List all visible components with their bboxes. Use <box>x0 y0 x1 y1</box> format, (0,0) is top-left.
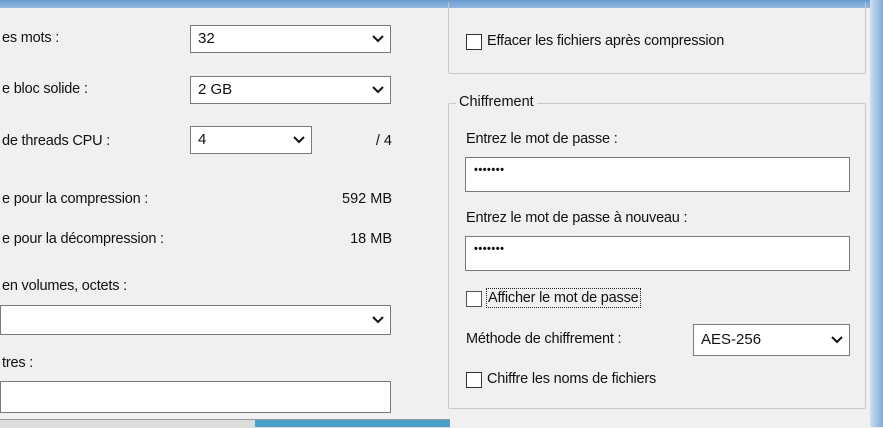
show-password-checkbox[interactable] <box>466 291 482 307</box>
bottom-strip-accent <box>255 420 450 427</box>
delete-after-label: Effacer les fichiers après compression <box>487 33 725 49</box>
mem-decompress-label: e pour la décompression : <box>2 231 164 247</box>
method-select[interactable]: AES-256 <box>693 324 850 356</box>
window-right-edge <box>870 0 883 427</box>
delete-after-checkbox[interactable] <box>466 34 482 50</box>
solid-block-select[interactable]: 2 GB <box>190 76 391 104</box>
encrypt-names-checkbox[interactable] <box>466 372 482 388</box>
threads-max: / 4 <box>375 133 392 149</box>
password-value: ••••••• <box>474 164 505 176</box>
params-input[interactable] <box>0 381 391 413</box>
mem-compress-label: e pour la compression : <box>2 191 149 207</box>
chevron-down-icon <box>372 26 384 52</box>
method-value: AES-256 <box>701 331 762 348</box>
volumes-select[interactable] <box>0 305 391 335</box>
password-label: Entrez le mot de passe : <box>466 131 618 147</box>
chevron-down-icon <box>831 325 843 355</box>
params-label: tres : <box>2 355 34 371</box>
word-size-value: 32 <box>198 30 215 47</box>
threads-label: de threads CPU : <box>2 133 111 149</box>
password-input[interactable]: ••••••• <box>465 157 850 192</box>
solid-block-label: e bloc solide : <box>2 81 88 97</box>
password-again-value: ••••••• <box>474 243 505 255</box>
show-password-label: Afficher le mot de passe <box>486 288 641 308</box>
password-again-input[interactable]: ••••••• <box>465 236 850 271</box>
threads-value: 4 <box>198 131 207 148</box>
chevron-down-icon <box>372 77 384 103</box>
method-label: Méthode de chiffrement : <box>466 331 622 347</box>
chevron-down-icon <box>293 127 305 153</box>
mem-decompress-value: 18 MB <box>350 231 392 247</box>
chevron-down-icon <box>372 306 384 334</box>
mem-compress-value: 592 MB <box>342 191 392 207</box>
encrypt-names-label: Chiffre les noms de fichiers <box>487 371 657 387</box>
word-size-select[interactable]: 32 <box>190 25 391 53</box>
word-size-label: es mots : <box>2 30 60 46</box>
solid-block-value: 2 GB <box>198 81 233 98</box>
password-again-label: Entrez le mot de passe à nouveau : <box>466 210 688 226</box>
threads-select[interactable]: 4 <box>190 126 312 154</box>
encryption-group-title: Chiffrement <box>456 94 537 110</box>
volumes-label: en volumes, octets : <box>2 278 127 294</box>
